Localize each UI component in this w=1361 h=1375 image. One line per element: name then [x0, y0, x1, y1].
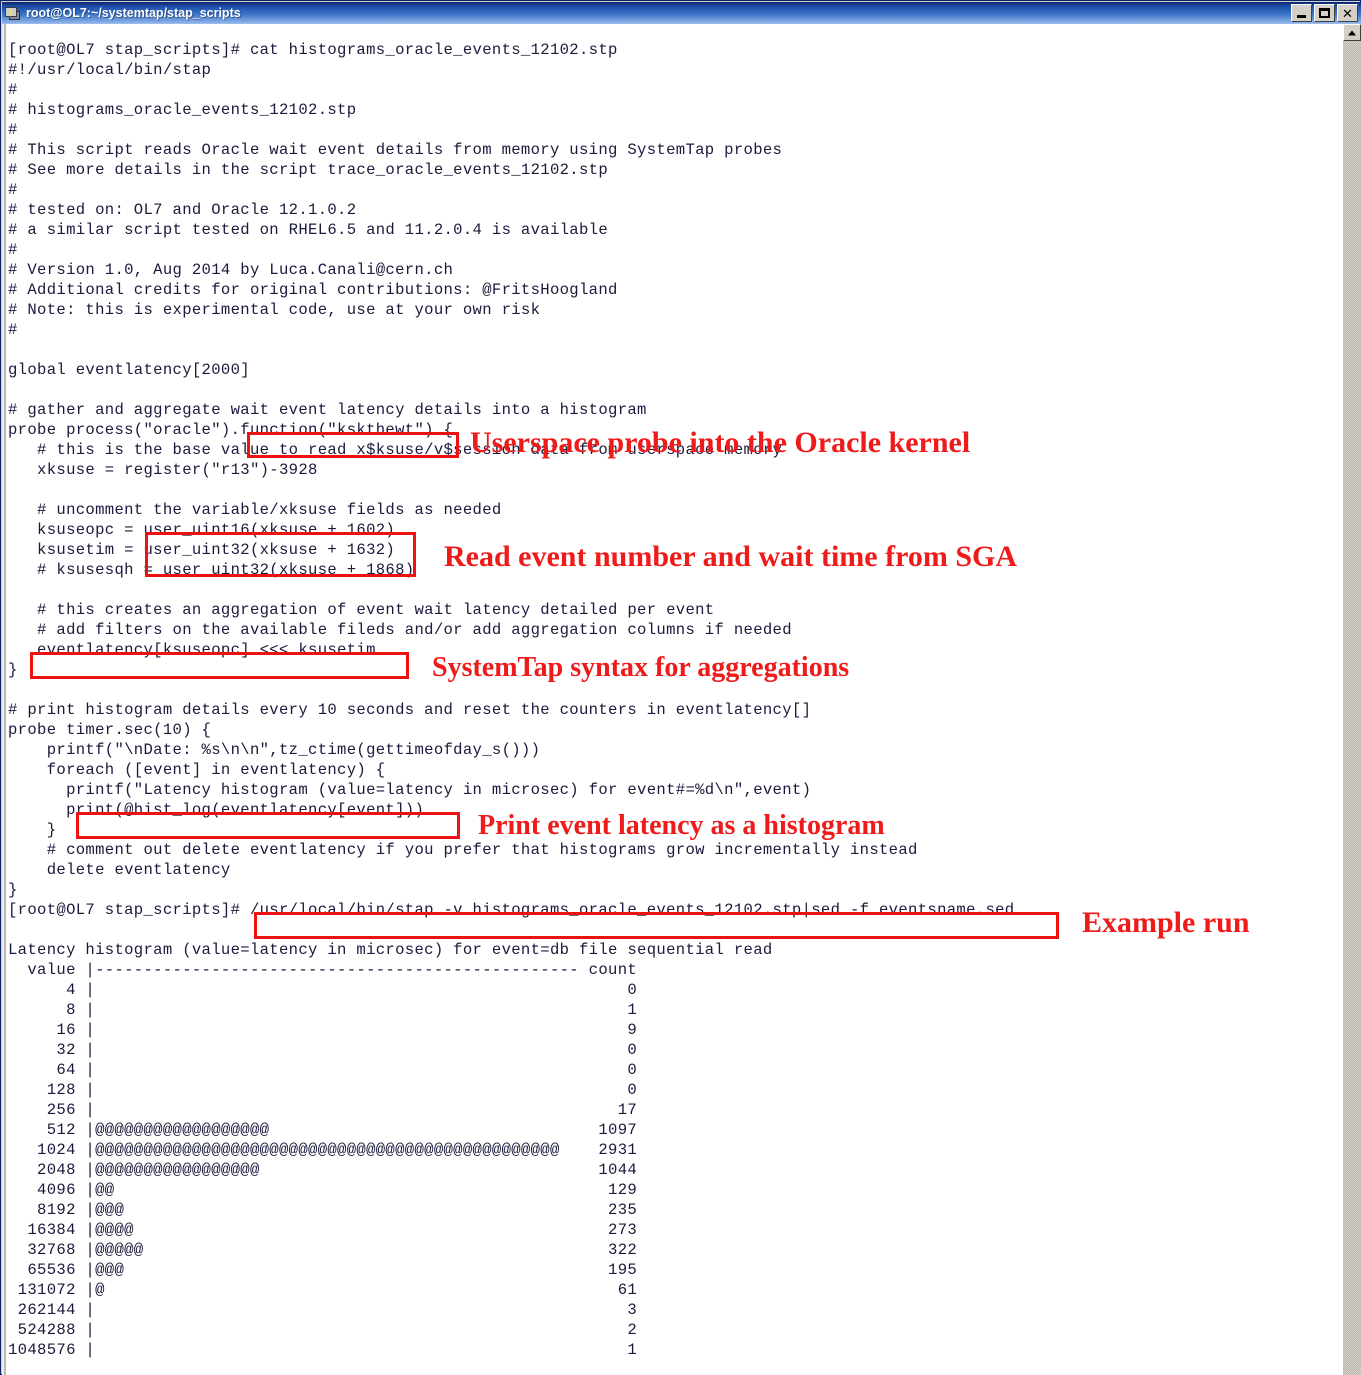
vertical-scrollbar[interactable] [1343, 24, 1361, 1375]
maximize-button[interactable] [1314, 4, 1335, 22]
minimize-button[interactable] [1291, 4, 1312, 22]
scroll-up-arrow[interactable] [1343, 24, 1361, 41]
annotation-systemtap-syntax: SystemTap syntax for aggregations [432, 652, 850, 683]
terminal-window: root@OL7:~/systemtap/stap_scripts ✕ [roo… [0, 0, 1361, 1375]
window-client-area: [root@OL7 stap_scripts]# cat histograms_… [2, 24, 1361, 1375]
close-icon[interactable]: ✕ [1337, 4, 1358, 22]
terminal-text: [root@OL7 stap_scripts]# cat histograms_… [8, 40, 1015, 1359]
window-title: root@OL7:~/systemtap/stap_scripts [26, 6, 241, 20]
scrollbar-track[interactable] [1343, 41, 1361, 1375]
annotation-print-histogram: Print event latency as a histogram [478, 810, 885, 841]
putty-terminal-icon [5, 5, 21, 21]
window-controls: ✕ [1291, 4, 1358, 22]
annotation-example-run: Example run [1082, 906, 1250, 939]
annotation-read-event-number: Read event number and wait time from SGA [444, 540, 1018, 573]
annotation-userspace-probe: Userspace probe into the Oracle kernel [470, 426, 971, 459]
terminal-output-pane[interactable]: [root@OL7 stap_scripts]# cat histograms_… [2, 24, 1343, 1375]
window-titlebar[interactable]: root@OL7:~/systemtap/stap_scripts ✕ [2, 2, 1361, 24]
